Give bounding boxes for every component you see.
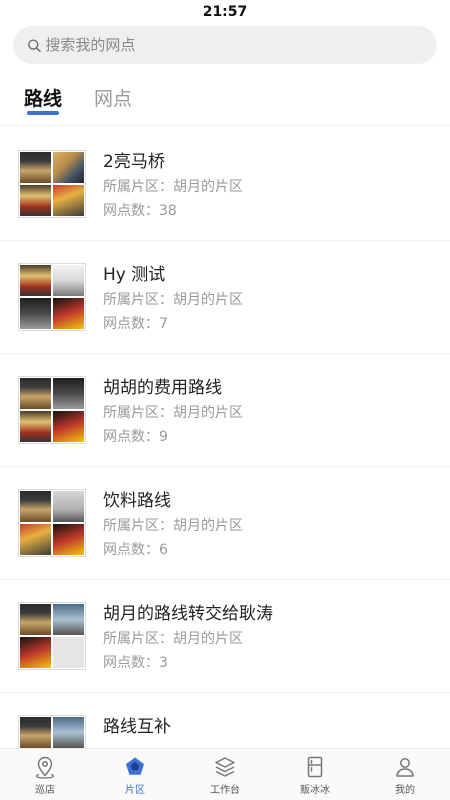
route-item[interactable]: 胡胡的费用路线 所属片区：胡月的片区 网点数：9 — [0, 354, 450, 467]
route-thumbnail — [18, 376, 86, 444]
search-bar[interactable] — [13, 26, 437, 64]
route-district: 所属片区：胡月的片区 — [103, 179, 243, 195]
fridge-icon — [307, 756, 323, 778]
route-item[interactable]: 饮料路线 所属片区：胡月的片区 网点数：6 — [0, 467, 450, 580]
route-name: Hy 测试 — [103, 265, 166, 285]
route-name: 胡胡的费用路线 — [103, 378, 222, 398]
location-pin-icon — [35, 756, 55, 779]
route-thumbnail — [18, 150, 86, 218]
status-time: 21:57 — [202, 4, 248, 20]
route-name: 胡月的路线转交给耿涛 — [103, 604, 273, 624]
tabbar-label: 贩冰冰 — [300, 785, 330, 796]
tab-outlets[interactable]: 网点 — [94, 84, 132, 125]
route-item[interactable]: 胡月的路线转交给耿涛 所属片区：胡月的片区 网点数：3 — [0, 580, 450, 693]
route-district: 所属片区：胡月的片区 — [103, 292, 243, 308]
tabbar-label: 我的 — [395, 785, 415, 796]
route-outlet-count: 网点数：6 — [103, 542, 168, 558]
user-icon — [396, 758, 414, 777]
search-input[interactable] — [45, 36, 437, 54]
tabbar-item-workbench[interactable]: 工作台 — [180, 749, 270, 800]
tabbar-item-district[interactable]: 片区 — [90, 749, 180, 800]
bottom-tab-bar: 巡店 片区 工作台 贩冰冰 我的 — [0, 748, 450, 800]
route-name: 2亮马桥 — [103, 152, 165, 172]
tab-routes[interactable]: 路线 — [24, 84, 62, 125]
route-thumbnail — [18, 715, 86, 750]
tabbar-label: 片区 — [125, 785, 145, 796]
pentagon-icon — [126, 757, 144, 775]
route-district: 所属片区：胡月的片区 — [103, 405, 243, 421]
route-outlet-count: 网点数：3 — [103, 655, 168, 671]
route-item[interactable]: 路线互补 — [0, 693, 450, 750]
search-container — [0, 24, 450, 64]
tab-bar-top: 路线 网点 — [0, 64, 450, 126]
route-district: 所属片区：胡月的片区 — [103, 518, 243, 534]
route-thumbnail — [18, 263, 86, 331]
search-icon — [28, 38, 41, 52]
tabbar-label: 工作台 — [210, 785, 240, 796]
route-thumbnail — [18, 489, 86, 557]
route-district: 所属片区：胡月的片区 — [103, 631, 243, 647]
tabbar-item-fridge[interactable]: 贩冰冰 — [270, 749, 360, 800]
route-outlet-count: 网点数：38 — [103, 203, 177, 219]
route-name: 饮料路线 — [103, 491, 171, 511]
tabbar-item-patrol[interactable]: 巡店 — [0, 749, 90, 800]
tabbar-label: 巡店 — [35, 785, 55, 796]
route-item[interactable]: 2亮马桥 所属片区：胡月的片区 网点数：38 — [0, 128, 450, 241]
route-name: 路线互补 — [103, 717, 171, 737]
route-item[interactable]: Hy 测试 所属片区：胡月的片区 网点数：7 — [0, 241, 450, 354]
layers-icon — [215, 757, 235, 777]
status-bar: 21:57 — [0, 0, 450, 24]
route-list: 2亮马桥 所属片区：胡月的片区 网点数：38 Hy 测试 所属片区：胡月的片区 … — [0, 128, 450, 750]
route-thumbnail — [18, 602, 86, 670]
route-outlet-count: 网点数：7 — [103, 316, 168, 332]
route-outlet-count: 网点数：9 — [103, 429, 168, 445]
tabbar-item-mine[interactable]: 我的 — [360, 749, 450, 800]
